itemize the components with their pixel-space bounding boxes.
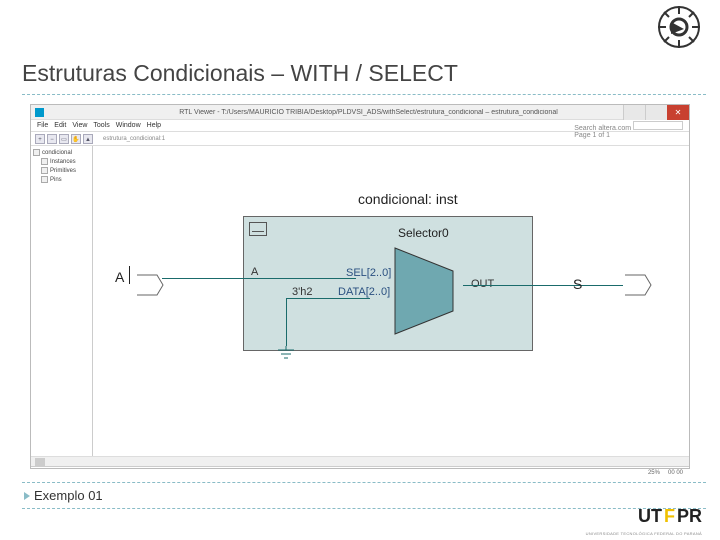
ground-symbol-icon [276,346,296,362]
tab-label: estrutura_condicional:1 [103,136,165,142]
institution-emblem [656,4,702,50]
menu-edit[interactable]: Edit [54,122,66,129]
tree-pins[interactable]: Pins [33,175,90,184]
page-of: 1 of 1 [593,132,611,139]
window-titlebar: RTL Viewer - T:/Users/MAURICIO TRIBIA/De… [31,105,689,120]
module-icon [33,149,40,156]
slide-title: Estruturas Condicionais – WITH / SELECT [22,60,458,87]
divider [22,508,706,509]
app-icon [35,108,44,117]
page-label: Page [574,132,590,139]
tree-instances[interactable]: Instances [33,157,90,166]
status-coords: 00 00 [668,470,683,476]
port-a-label: A [115,269,124,285]
constant-label: 3'h2 [292,286,312,298]
selector-label: Selector0 [398,226,449,240]
out-port-label: OUT [471,278,494,290]
menu-window[interactable]: Window [116,122,141,129]
divider [22,482,706,483]
tree-root[interactable]: condicional [33,148,90,157]
tree-primitives[interactable]: Primitives [33,166,90,175]
tool-fit-icon[interactable]: ▭ [59,134,69,144]
menu-help[interactable]: Help [147,122,161,129]
rtl-viewer-window: RTL Viewer - T:/Users/MAURICIO TRIBIA/De… [30,104,690,469]
input-pin-a-icon [133,271,165,299]
search-input[interactable] [633,121,683,130]
menu-view[interactable]: View [72,122,87,129]
utfpr-logo: UTFPR [638,502,702,530]
utfpr-subtitle: UNIVERSIDADE TECNOLÓGICA FEDERAL DO PARA… [586,531,702,536]
sel-port-label: SEL[2..0] [346,267,391,279]
horizontal-scrollbar[interactable] [31,456,689,466]
instance-label: condicional: inst [358,191,458,207]
maximize-button[interactable] [645,105,667,120]
tool-zoom-in-icon[interactable]: + [35,134,45,144]
scroll-thumb[interactable] [35,458,45,466]
wire-a-external [162,278,244,279]
wire-data [286,298,370,299]
data-port-label: DATA[2..0] [338,286,390,298]
wire-gnd [286,298,287,346]
menu-tools[interactable]: Tools [93,122,109,129]
text-cursor [129,266,130,284]
status-bar: 25% 00 00 [31,466,689,478]
utfpr-text-f: F [664,506,675,527]
port-s-label: S [573,276,582,292]
tool-hand-icon[interactable]: ✋ [71,134,81,144]
window-title: RTL Viewer - T:/Users/MAURICIO TRIBIA/De… [48,109,689,116]
search-area: Search altera.com Page 1 of 1 [574,121,683,139]
block-handle-icon [249,222,267,236]
netlist-navigator: condicional Instances Primitives Pins [31,146,93,456]
minimize-button[interactable] [623,105,645,120]
divider [22,94,706,95]
tool-zoom-out-icon[interactable]: − [47,134,57,144]
status-zoom: 25% [648,470,660,476]
example-label: Exemplo 01 [34,488,103,503]
net-a-label: A [251,266,258,278]
schematic-canvas[interactable]: condicional: inst Selector0 A A SEL[2..0… [93,146,689,456]
menu-file[interactable]: File [37,122,48,129]
folder-icon [41,167,48,174]
close-button[interactable]: ✕ [667,105,689,120]
folder-icon [41,158,48,165]
mux-symbol-icon[interactable] [393,246,465,336]
utfpr-text-1: UT [638,506,662,527]
output-pin-s-icon [621,271,653,299]
schematic: condicional: inst Selector0 A A SEL[2..0… [113,186,673,386]
wire-a-internal [244,278,356,279]
bullet-icon [24,492,30,500]
folder-icon [41,176,48,183]
tool-select-icon[interactable]: ▲ [83,134,93,144]
search-label: Search altera.com [574,125,631,132]
utfpr-text-2: PR [677,506,702,527]
wire-out [463,285,623,286]
